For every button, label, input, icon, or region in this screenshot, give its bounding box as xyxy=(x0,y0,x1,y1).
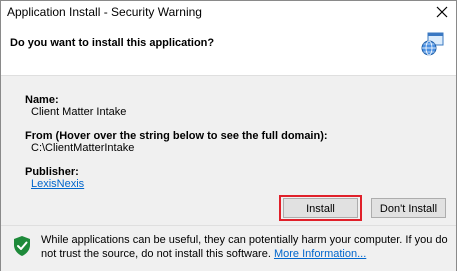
title-bar: Application Install - Security Warning xyxy=(1,1,456,23)
publisher-link[interactable]: LexisNexis xyxy=(31,178,84,190)
name-label: Name: xyxy=(25,94,59,106)
install-question: Do you want to install this application? xyxy=(10,37,215,49)
from-value: C:\ClientMatterIntake xyxy=(31,142,135,154)
warning-text: While applications can be useful, they c… xyxy=(41,234,448,260)
warning-footer: While applications can be useful, they c… xyxy=(1,225,456,271)
more-information-link[interactable]: More Information... xyxy=(274,248,366,260)
application-globe-icon xyxy=(421,32,444,56)
shield-check-icon xyxy=(14,236,30,256)
close-icon[interactable] xyxy=(434,4,450,20)
from-label: From (Hover over the string below to see… xyxy=(25,130,328,142)
publisher-label: Publisher: xyxy=(25,166,79,178)
dialog-header: Do you want to install this application? xyxy=(1,23,456,76)
window-title: Application Install - Security Warning xyxy=(7,5,202,19)
dont-install-button[interactable]: Don't Install xyxy=(371,198,446,218)
warning-message: While applications can be useful, they c… xyxy=(41,233,449,261)
install-button[interactable]: Install xyxy=(283,198,358,218)
name-value: Client Matter Intake xyxy=(31,106,127,118)
security-warning-dialog: Application Install - Security Warning D… xyxy=(0,0,457,271)
